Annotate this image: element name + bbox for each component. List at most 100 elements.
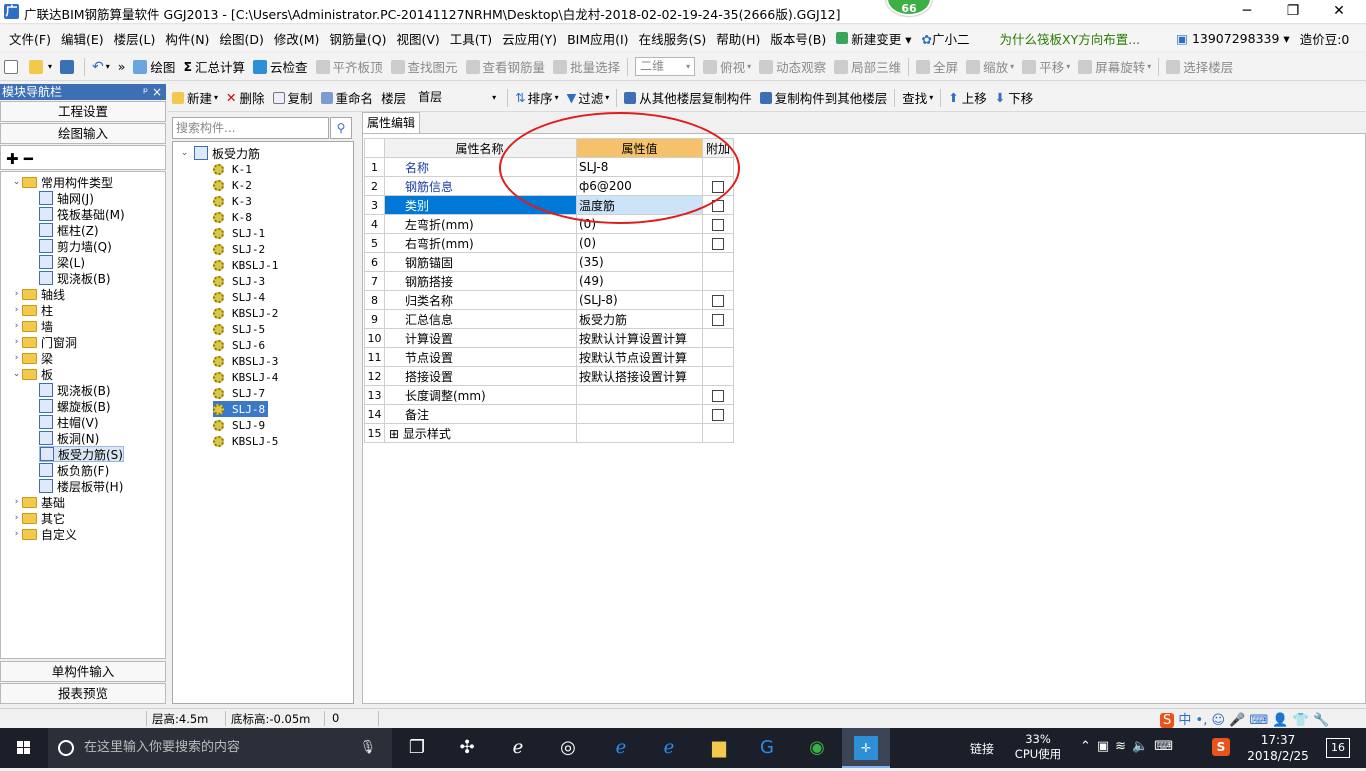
nav-tree-item[interactable]: 筏板基础(M)	[39, 206, 125, 222]
component-item[interactable]: K-3	[213, 193, 255, 209]
property-name-cell[interactable]: 钢筋搭接	[384, 271, 577, 291]
property-row[interactable]: 7 钢筋搭接 (49)	[364, 271, 734, 291]
select-floor-button[interactable]: 选择楼层	[1162, 56, 1237, 78]
menu-modify[interactable]: 修改(M)	[269, 29, 325, 48]
dynamic-view-button[interactable]: 动态观察	[755, 56, 830, 78]
extra-checkbox[interactable]	[712, 389, 724, 402]
taskbar-search-input[interactable]: 在这里输入你要搜索的内容 🎙	[48, 728, 392, 768]
chevron-right-icon[interactable]: ›	[11, 305, 22, 315]
property-value-cell[interactable]: 板受力筋	[576, 309, 703, 329]
menu-rebar-qty[interactable]: 钢筋量(Q)	[324, 29, 391, 48]
chevron-right-icon[interactable]: ›	[11, 353, 22, 363]
ime-toolbar[interactable]: S 中 •, ☺ 🎤 ⌨ 👤 👕 🔧	[1160, 709, 1366, 728]
nav-tree-item[interactable]: 剪力墙(Q)	[39, 238, 112, 254]
property-row[interactable]: 14 备注	[364, 404, 734, 424]
green-app-icon[interactable]: ◉	[804, 736, 830, 760]
component-item[interactable]: SLJ-5	[213, 321, 268, 337]
property-value-cell[interactable]	[576, 385, 703, 405]
chevron-down-icon[interactable]: ⌄	[11, 177, 22, 187]
nav-tree-item[interactable]: › 自定义	[11, 526, 77, 542]
find-button[interactable]: 查找 ▾	[898, 87, 937, 109]
property-name-cell[interactable]: 搭接设置	[384, 366, 577, 386]
windows-start-icon[interactable]	[0, 728, 48, 768]
notification-center-icon[interactable]: 16	[1326, 738, 1350, 758]
menu-help[interactable]: 帮助(H)	[711, 29, 765, 48]
extra-checkbox[interactable]	[712, 313, 724, 326]
menu-online[interactable]: 在线服务(S)	[634, 29, 712, 48]
rename-button[interactable]: 重命名	[317, 87, 378, 109]
nav-tree-item[interactable]: 板受力筋(S)	[39, 446, 124, 462]
close-button[interactable]: ✕	[1316, 0, 1362, 24]
component-item[interactable]: KBSLJ-5	[213, 433, 281, 449]
assistant-button[interactable]: ✿广小二	[917, 29, 975, 48]
nav-tree-item[interactable]: › 门窗洞	[11, 334, 77, 350]
component-item[interactable]: KBSLJ-1	[213, 257, 281, 273]
component-item[interactable]: KBSLJ-3	[213, 353, 281, 369]
property-row[interactable]: 8 归类名称 (SLJ-8)	[364, 290, 734, 310]
ie-icon[interactable]: ℯ	[505, 736, 531, 760]
tray-icons[interactable]: ⌃▣≋🔈⌨	[1080, 739, 1179, 754]
component-item[interactable]: SLJ-3	[213, 273, 268, 289]
browser-swirl-icon[interactable]: ◎	[555, 736, 581, 760]
copy-to-floor-button[interactable]: 复制构件到其他楼层	[756, 87, 892, 109]
move-up-button[interactable]: ⬆ 上移	[944, 87, 991, 109]
property-name-cell[interactable]: 右弯折(mm)	[384, 233, 577, 253]
top-view-button[interactable]: 俯视 ▾	[699, 56, 755, 78]
nav-tree-item[interactable]: 轴网(J)	[39, 190, 94, 206]
property-row[interactable]: 5 右弯折(mm) (0)	[364, 233, 734, 253]
chevron-right-icon[interactable]: ›	[11, 497, 22, 507]
property-value-cell[interactable]	[576, 423, 703, 443]
sogou-tray-icon[interactable]: S	[1212, 738, 1230, 756]
delete-button[interactable]: ✕ 删除	[222, 87, 269, 109]
nav-tree-item[interactable]: › 柱	[11, 302, 53, 318]
property-value-cell[interactable]: 按默认计算设置计算	[576, 328, 703, 348]
property-value-cell[interactable]: (49)	[576, 271, 703, 291]
project-settings-button[interactable]: 工程设置	[0, 101, 166, 122]
menu-floor[interactable]: 楼层(L)	[109, 29, 161, 48]
notification-badge[interactable]: 66	[886, 0, 932, 16]
property-row[interactable]: 15 ⊞ 显示样式	[364, 423, 734, 443]
user-phone[interactable]: ▣ 13907298339 ▾	[1171, 31, 1295, 46]
extra-checkbox[interactable]	[712, 218, 724, 231]
component-item[interactable]: K-2	[213, 177, 255, 193]
property-row[interactable]: 4 左弯折(mm) (0)	[364, 214, 734, 234]
internet-explorer-icon[interactable]: ℯ	[656, 736, 682, 760]
property-value-cell[interactable]	[576, 404, 703, 424]
component-item[interactable]: SLJ-7	[213, 385, 268, 401]
pan-button[interactable]: 平移 ▾	[1018, 56, 1074, 78]
property-row[interactable]: 6 钢筋锚固 (35)	[364, 252, 734, 272]
component-item[interactable]: K-1	[213, 161, 255, 177]
sum-calc-button[interactable]: Σ 汇总计算	[179, 56, 249, 78]
menu-edit[interactable]: 编辑(E)	[56, 29, 109, 48]
search-input[interactable]: 搜索构件...	[172, 117, 329, 139]
nav-tree-item[interactable]: ⌄ 常用构件类型	[11, 174, 113, 190]
property-row[interactable]: 11 节点设置 按默认节点设置计算	[364, 347, 734, 367]
fullscreen-button[interactable]: 全屏	[912, 56, 962, 78]
copy-from-floor-button[interactable]: 从其他楼层复制构件	[620, 87, 756, 109]
cpu-usage[interactable]: 33% CPU使用	[1012, 732, 1064, 762]
property-name-cell[interactable]: 左弯折(mm)	[384, 214, 577, 234]
nav-tree-item[interactable]: 螺旋板(B)	[39, 398, 111, 414]
chevron-right-icon[interactable]: ›	[11, 289, 22, 299]
component-item[interactable]: KBSLJ-2	[213, 305, 281, 321]
chevron-right-icon[interactable]: ›	[11, 337, 22, 347]
fan-app-icon[interactable]: ✣	[454, 736, 480, 760]
chevron-right-icon[interactable]: ›	[11, 513, 22, 523]
expand-plus-icon[interactable]: ⊞	[389, 427, 403, 441]
menu-cloud[interactable]: 云应用(Y)	[497, 29, 562, 48]
batch-select-button[interactable]: 批量选择	[549, 56, 624, 78]
expand-collapse-icons[interactable]: ✚ ━	[6, 150, 33, 168]
property-name-cell[interactable]: 长度调整(mm)	[384, 385, 577, 405]
new-change-button[interactable]: 新建变更 ▾	[831, 29, 916, 48]
component-root[interactable]: ⌄ 板受力筋	[179, 145, 260, 161]
property-name-cell[interactable]: 汇总信息	[384, 309, 577, 329]
level-top-button[interactable]: 平齐板顶	[312, 56, 387, 78]
nav-tree-item[interactable]: 板负筋(F)	[39, 462, 109, 478]
chevron-down-icon[interactable]: ⌄	[11, 369, 22, 379]
menu-bim[interactable]: BIM应用(I)	[562, 29, 634, 48]
nav-tree-item[interactable]: › 其它	[11, 510, 65, 526]
new-file-button[interactable]	[0, 56, 25, 78]
property-row[interactable]: 9 汇总信息 板受力筋	[364, 309, 734, 329]
property-row[interactable]: 12 搭接设置 按默认搭接设置计算	[364, 366, 734, 386]
sort-button[interactable]: ⇅ 排序 ▾	[511, 87, 563, 109]
